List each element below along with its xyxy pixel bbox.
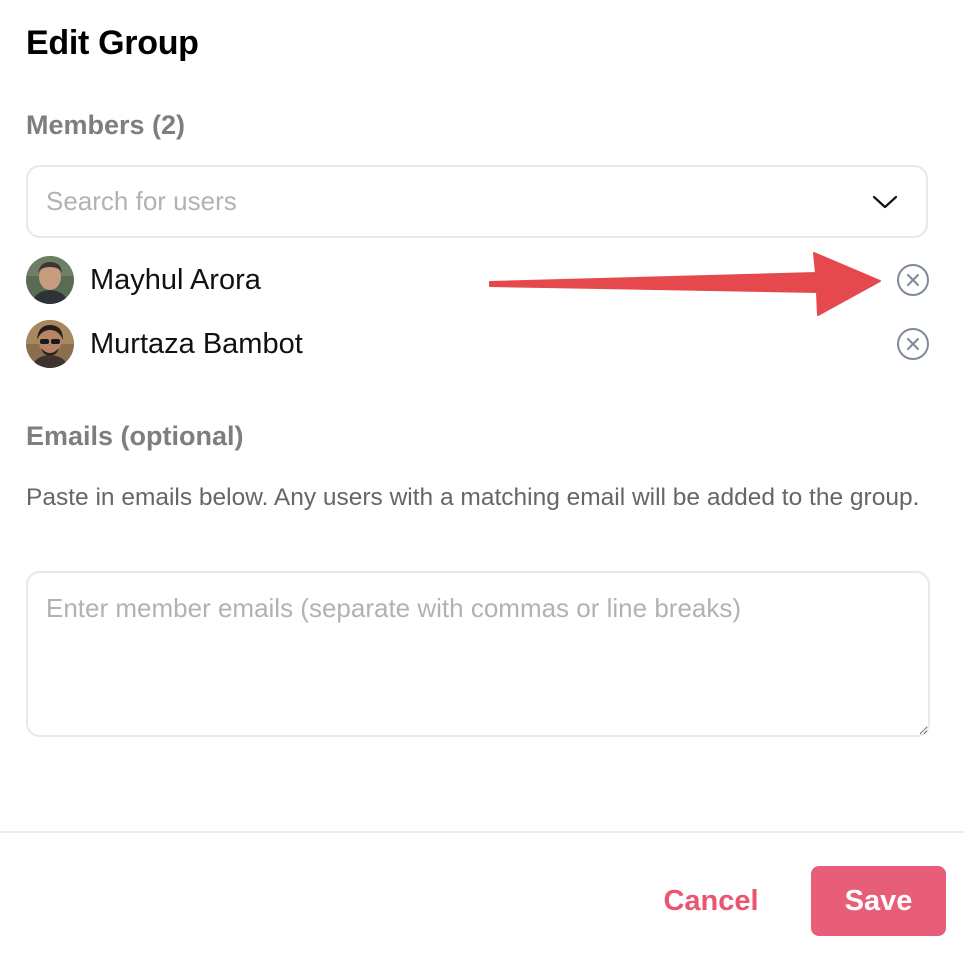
- save-button[interactable]: Save: [811, 866, 946, 936]
- edit-group-dialog: Edit Group Members (2) Mayhul Arora: [0, 0, 964, 954]
- member-name: Murtaza Bambot: [90, 327, 303, 360]
- dialog-title: Edit Group: [26, 24, 199, 62]
- avatar: [26, 256, 74, 304]
- cancel-button[interactable]: Cancel: [648, 866, 774, 936]
- user-search-select[interactable]: [26, 165, 928, 238]
- emails-help-text: Paste in emails below. Any users with a …: [26, 484, 920, 511]
- emails-label: Emails (optional): [26, 421, 244, 451]
- avatar: [26, 320, 74, 368]
- members-label: Members (2): [26, 110, 186, 140]
- member-row: Mayhul Arora: [26, 255, 930, 305]
- member-row: Murtaza Bambot: [26, 319, 930, 369]
- member-emails-textarea[interactable]: [26, 571, 930, 737]
- search-users-input[interactable]: [46, 186, 872, 217]
- remove-circle-x-icon[interactable]: [896, 263, 930, 297]
- footer-divider: [0, 831, 964, 833]
- chevron-down-icon[interactable]: [872, 194, 898, 210]
- member-name: Mayhul Arora: [90, 263, 261, 296]
- remove-circle-x-icon[interactable]: [896, 327, 930, 361]
